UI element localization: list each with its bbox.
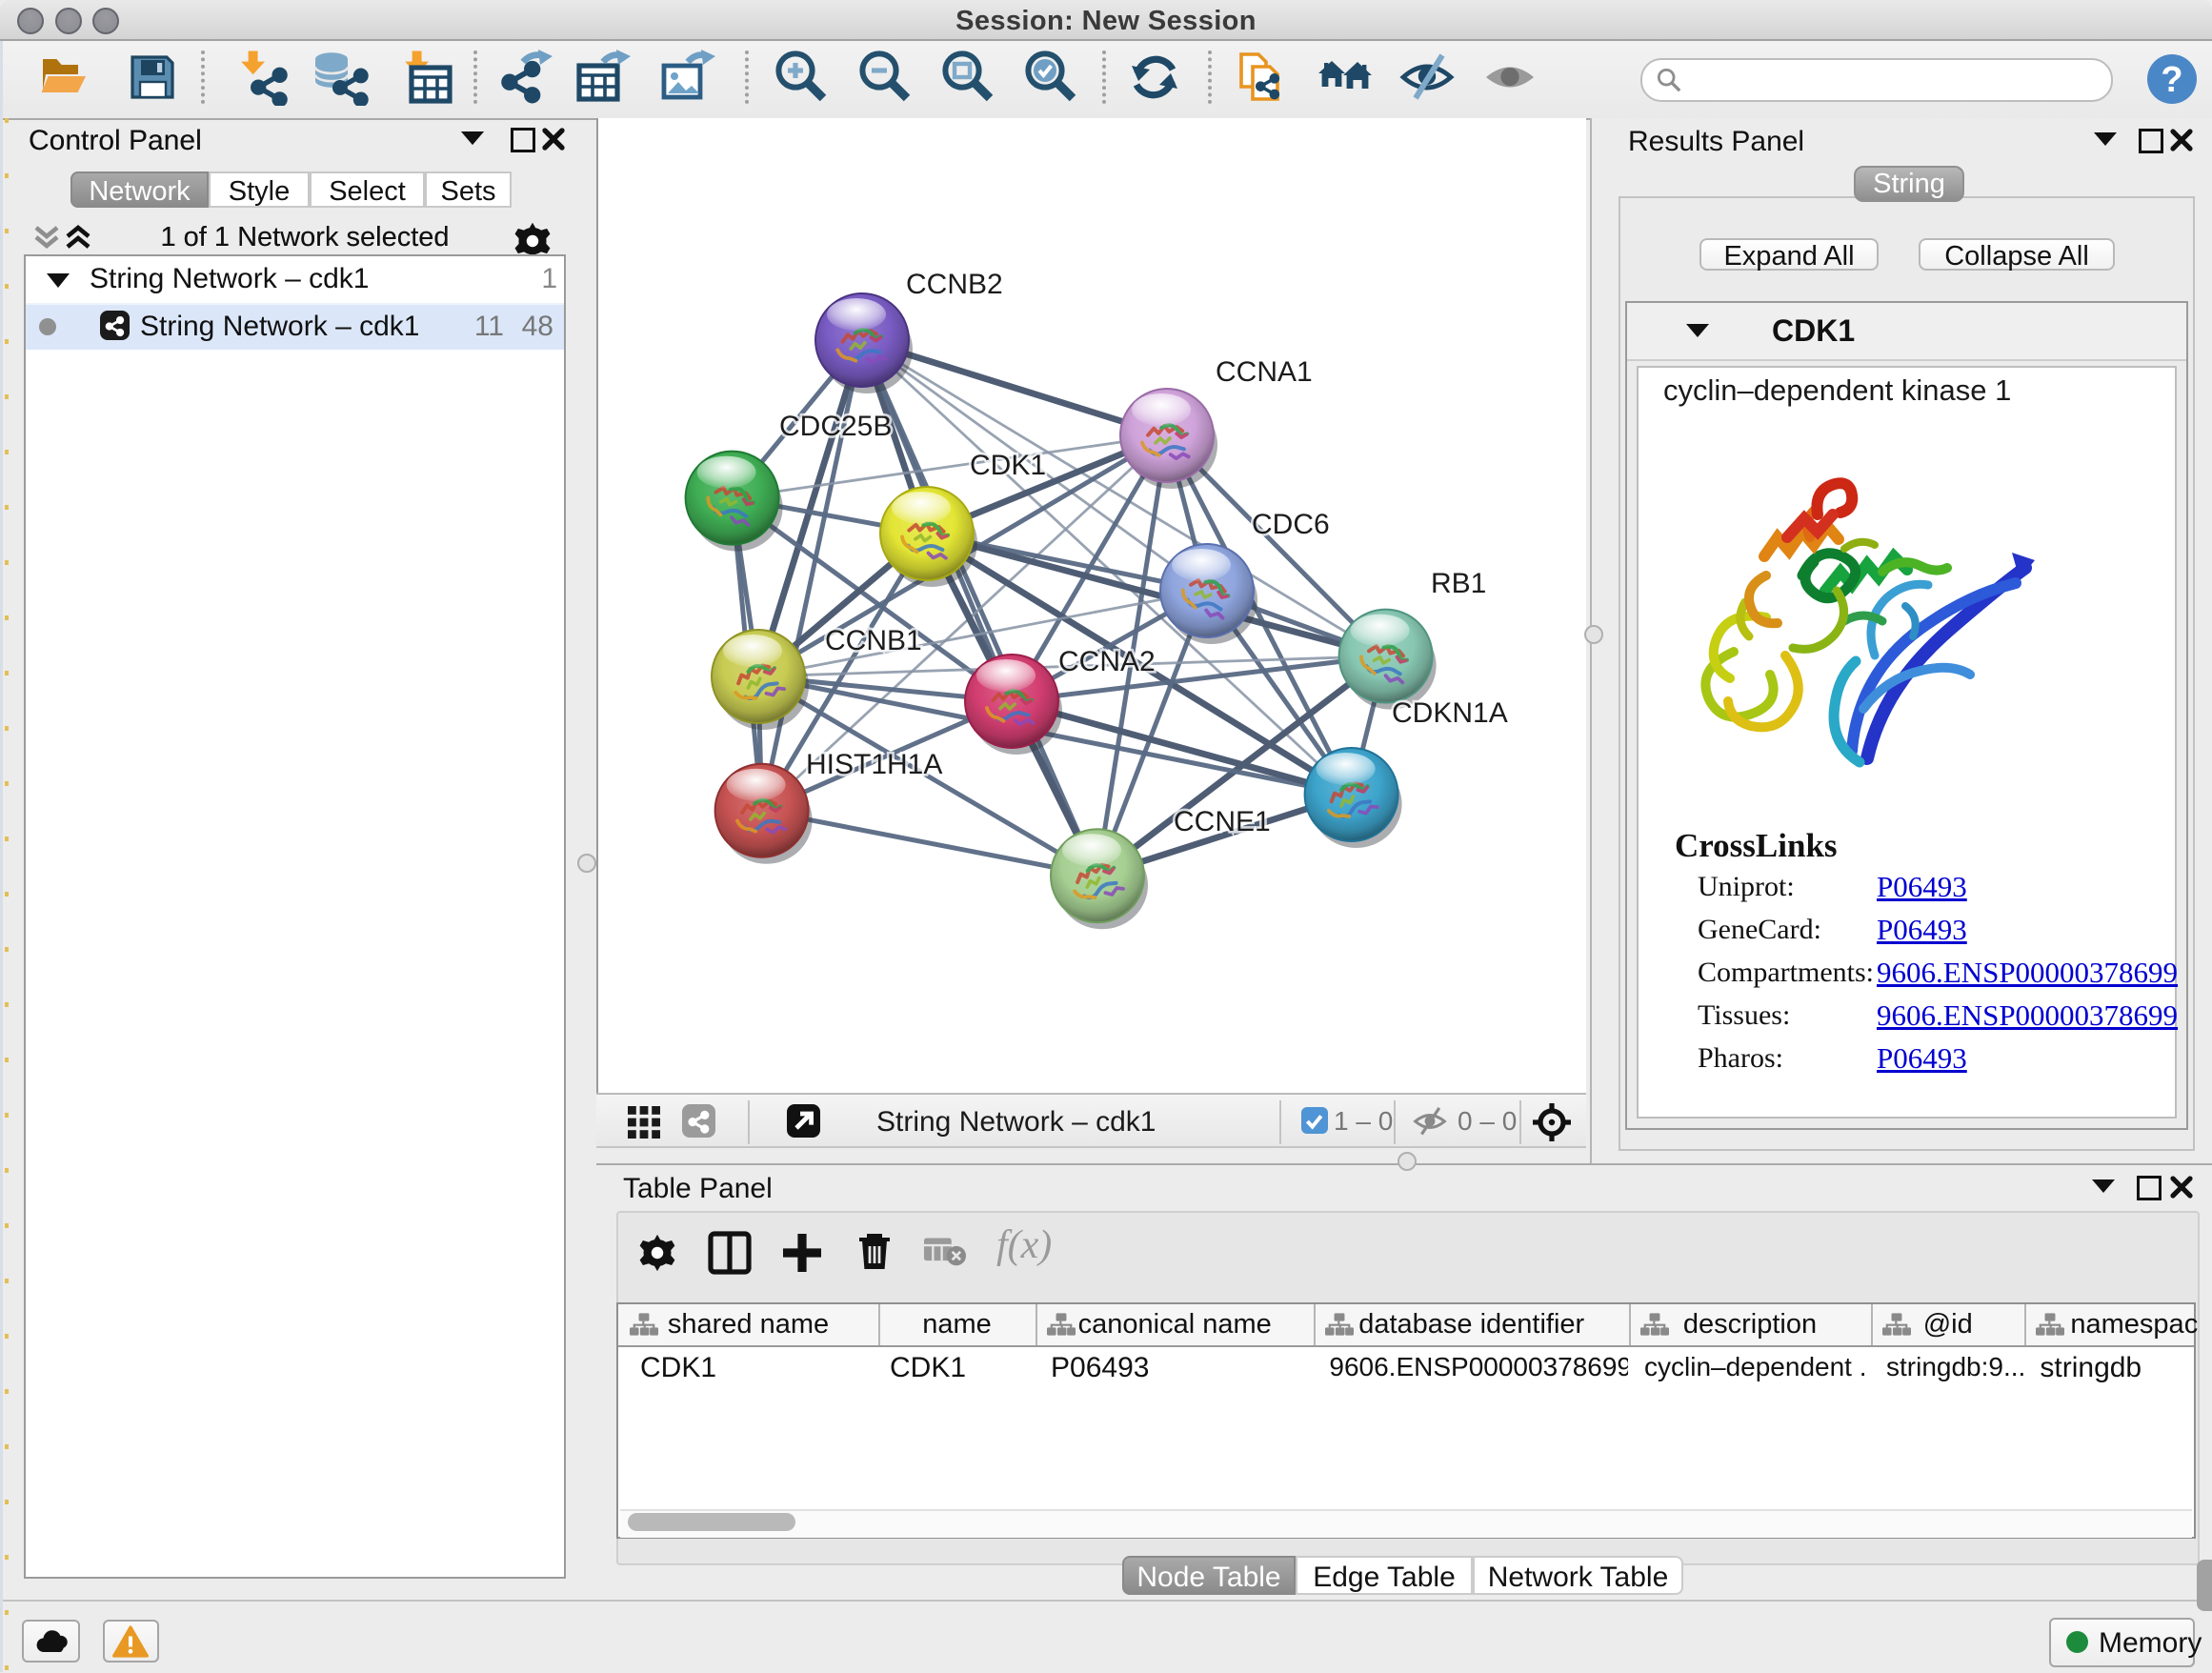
svg-text:CDC25B: CDC25B — [779, 411, 892, 442]
svg-text:CDC6: CDC6 — [1252, 509, 1330, 540]
svg-text:HIST1H1A: HIST1H1A — [806, 749, 942, 780]
svg-text:CCNA2: CCNA2 — [1058, 646, 1156, 677]
svg-text:CDKN1A: CDKN1A — [1392, 697, 1508, 729]
svg-text:CCNE1: CCNE1 — [1174, 806, 1271, 837]
svg-text:CCNA1: CCNA1 — [1216, 356, 1313, 388]
svg-text:?: ? — [2161, 60, 2182, 100]
svg-text:CDK1: CDK1 — [970, 450, 1046, 481]
svg-text:RB1: RB1 — [1431, 568, 1486, 599]
svg-text:CCNB1: CCNB1 — [825, 625, 922, 656]
svg-text:CCNB2: CCNB2 — [906, 269, 1003, 300]
